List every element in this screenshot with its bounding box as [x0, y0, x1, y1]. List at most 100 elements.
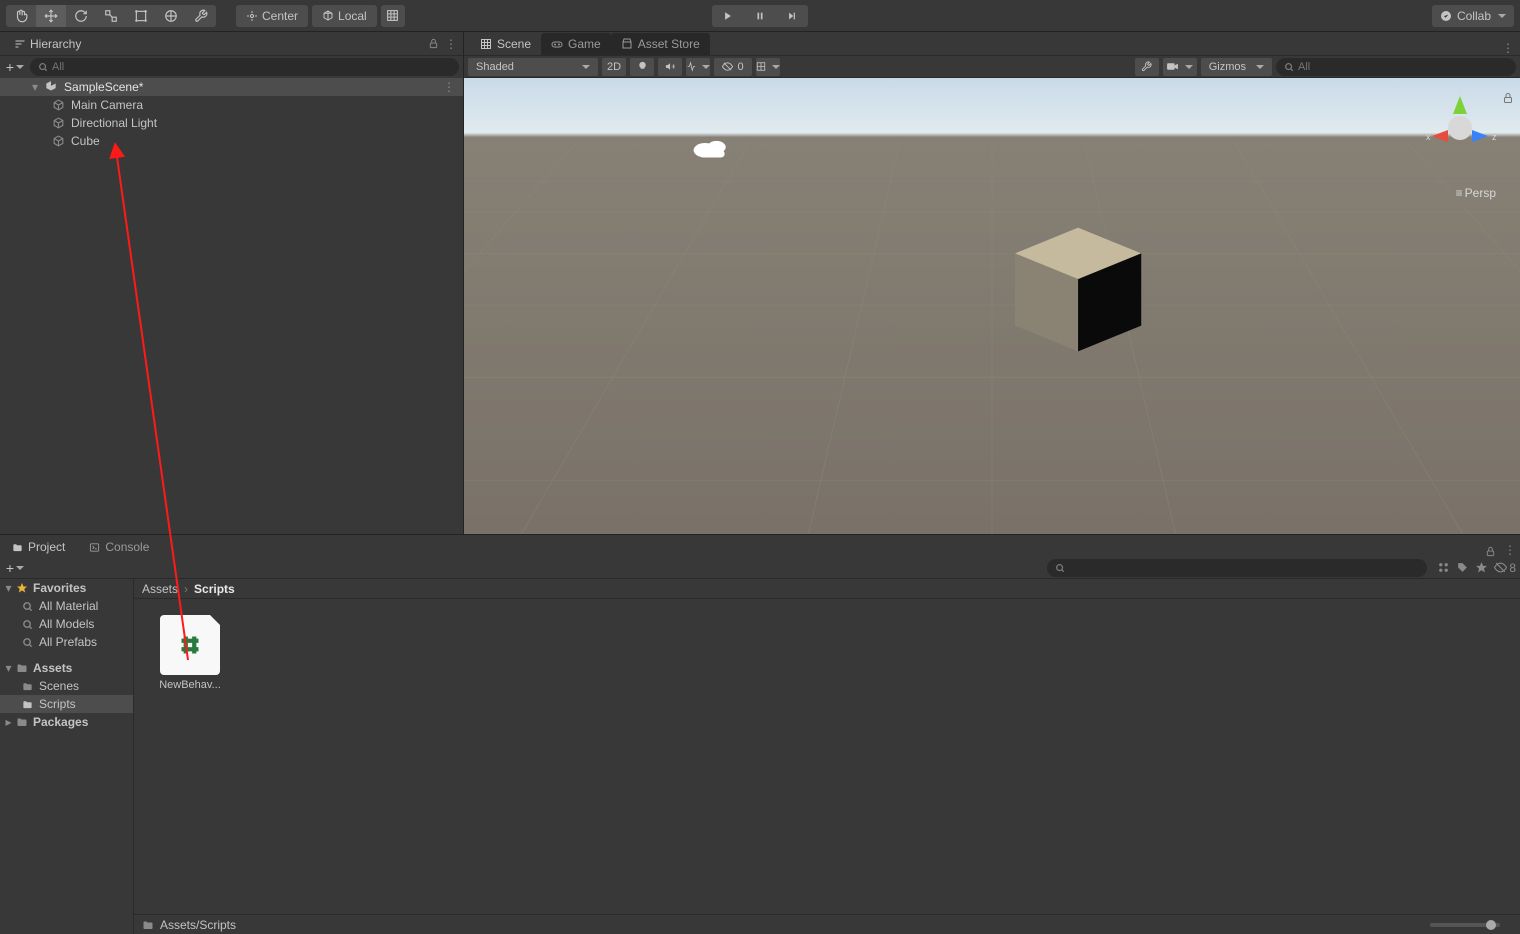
play-button[interactable]	[712, 5, 744, 27]
hierarchy-subheader: +	[0, 56, 463, 78]
panel-menu-icon[interactable]: ⋮	[1502, 41, 1514, 55]
project-folder-tree: ▾Favorites All Material All Models All P…	[0, 579, 134, 934]
project-grid[interactable]: NewBehav...	[134, 599, 1520, 914]
scene-search-input[interactable]	[1298, 61, 1508, 73]
hierarchy-search-input[interactable]	[52, 61, 451, 73]
camera-button[interactable]	[1163, 58, 1197, 76]
panel-menu-icon[interactable]: ⋮	[445, 37, 457, 51]
pivot-mode-button[interactable]: Center	[236, 5, 308, 27]
lock-icon[interactable]	[1485, 546, 1496, 557]
audio-toggle-button[interactable]	[658, 58, 682, 76]
scene-root[interactable]: ▾ SampleScene* ⋮	[0, 78, 463, 96]
2d-toggle-button[interactable]: 2D	[602, 58, 626, 76]
rect-tool-button[interactable]	[126, 5, 156, 27]
breadcrumb-item-current[interactable]: Scripts	[194, 582, 235, 596]
tab-scene[interactable]: Scene	[470, 33, 541, 55]
hierarchy-tab[interactable]: Hierarchy	[6, 35, 89, 53]
search-icon	[22, 601, 33, 612]
scene-viewport[interactable]: y x z ≡Persp	[464, 78, 1520, 534]
scale-tool-button[interactable]	[96, 5, 126, 27]
project-add-button[interactable]: +	[4, 559, 26, 577]
folder-icon	[16, 716, 28, 728]
projection-mode[interactable]: ≡Persp	[1456, 186, 1496, 200]
step-button[interactable]	[776, 5, 808, 27]
handle-rotation-button[interactable]: Local	[312, 5, 377, 27]
lighting-toggle-button[interactable]	[630, 58, 654, 76]
favorite-all-models[interactable]: All Models	[0, 615, 133, 633]
tab-console[interactable]: Console	[81, 537, 157, 557]
breadcrumb-item[interactable]: Assets	[142, 582, 178, 596]
favorites-group[interactable]: ▾Favorites	[0, 579, 133, 597]
scene-search[interactable]	[1276, 58, 1516, 76]
hierarchy-item-main-camera[interactable]: Main Camera	[0, 96, 463, 114]
tab-project[interactable]: Project	[4, 537, 73, 557]
filter-type-icon[interactable]	[1437, 561, 1450, 575]
combined-tool-button[interactable]	[156, 5, 186, 27]
tab-label: Game	[568, 37, 601, 51]
folder-icon	[22, 699, 33, 710]
tab-label: Project	[28, 540, 65, 554]
svg-text:z: z	[1492, 132, 1497, 142]
assets-folder[interactable]: ▾Assets	[0, 659, 133, 677]
rotate-tool-button[interactable]	[66, 5, 96, 27]
project-panel: Project Console ⋮ + 8 ▾Favorites All	[0, 535, 1520, 934]
scene-icon	[480, 38, 492, 50]
hierarchy-search[interactable]	[30, 58, 459, 76]
cube-outline-icon	[52, 99, 65, 112]
project-content: Assets › Scripts NewBehav... Assets/Scri…	[134, 579, 1520, 934]
hierarchy-add-button[interactable]: +	[4, 58, 26, 76]
orientation-gizmo[interactable]: y x z	[1420, 86, 1500, 166]
lock-icon[interactable]	[428, 38, 439, 49]
tab-label: Console	[105, 540, 149, 554]
panel-menu-icon[interactable]: ⋮	[1504, 543, 1516, 557]
cube-outline-icon	[52, 117, 65, 130]
tab-asset-store[interactable]: Asset Store	[611, 33, 710, 55]
snap-button[interactable]	[381, 5, 405, 27]
hierarchy-tree: ▾ SampleScene* ⋮ Main Camera Directional…	[0, 78, 463, 534]
favorite-all-prefabs[interactable]: All Prefabs	[0, 633, 133, 651]
hierarchy-item-label: Main Camera	[71, 98, 143, 112]
favorite-star-icon[interactable]	[1475, 561, 1488, 575]
hierarchy-item-cube[interactable]: Cube	[0, 132, 463, 150]
packages-label: Packages	[33, 715, 88, 729]
asset-script[interactable]: NewBehav...	[150, 615, 230, 691]
hidden-objects-button[interactable]: 0	[714, 58, 752, 76]
folder-scripts[interactable]: Scripts	[0, 695, 133, 713]
tab-game[interactable]: Game	[541, 33, 611, 55]
move-tool-button[interactable]	[36, 5, 66, 27]
folder-icon	[22, 681, 33, 692]
lock-icon[interactable]	[1502, 92, 1514, 104]
star-icon	[16, 582, 28, 594]
filter-label-icon[interactable]	[1456, 561, 1469, 575]
hierarchy-item-label: Cube	[71, 134, 100, 148]
play-controls	[712, 5, 808, 27]
custom-tool-button[interactable]	[186, 5, 216, 27]
collab-button[interactable]: Collab	[1432, 5, 1514, 27]
pivot-mode-label: Center	[262, 9, 298, 23]
console-icon	[89, 542, 100, 553]
eye-off-icon	[722, 61, 733, 72]
hierarchy-item-directional-light[interactable]: Directional Light	[0, 114, 463, 132]
project-search-input[interactable]	[1069, 562, 1419, 574]
folder-scenes[interactable]: Scenes	[0, 677, 133, 695]
packages-folder[interactable]: ▸Packages	[0, 713, 133, 731]
scene-panel: Scene Game Asset Store ⋮ Shaded 2D 0 Giz…	[464, 32, 1520, 534]
pause-button[interactable]	[744, 5, 776, 27]
grid-toggle-button[interactable]	[756, 58, 780, 76]
fx-toggle-button[interactable]	[686, 58, 710, 76]
project-status-bar: Assets/Scripts	[134, 914, 1520, 934]
gizmos-dropdown[interactable]: Gizmos	[1201, 58, 1272, 76]
collab-label: Collab	[1457, 9, 1491, 23]
folder-icon	[142, 919, 154, 931]
shading-mode-dropdown[interactable]: Shaded	[468, 58, 598, 76]
project-search[interactable]	[1047, 559, 1427, 577]
hand-tool-button[interactable]	[6, 5, 36, 27]
hierarchy-item-label: Directional Light	[71, 116, 157, 130]
favorite-all-materials[interactable]: All Material	[0, 597, 133, 615]
search-icon	[1284, 62, 1294, 72]
hidden-count-icon[interactable]: 8	[1494, 561, 1516, 575]
scene-menu-icon[interactable]: ⋮	[443, 80, 455, 94]
svg-text:x: x	[1426, 132, 1431, 142]
thumbnail-size-slider[interactable]	[1430, 923, 1500, 927]
tools-button[interactable]	[1135, 58, 1159, 76]
